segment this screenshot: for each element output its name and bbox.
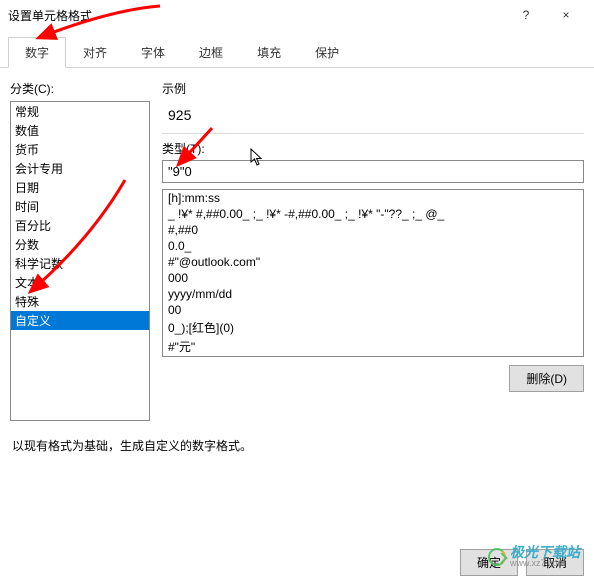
- format-item[interactable]: #"@outlook.com": [163, 254, 583, 270]
- format-item[interactable]: 0_);[红色](0): [163, 318, 583, 337]
- close-icon: ×: [562, 8, 569, 22]
- footer-buttons: 确定 取消: [460, 549, 584, 576]
- close-button[interactable]: ×: [546, 0, 586, 30]
- type-input[interactable]: [162, 160, 584, 183]
- titlebar: 设置单元格格式 ? ×: [0, 0, 594, 30]
- format-item[interactable]: #,##0: [163, 222, 583, 238]
- delete-button[interactable]: 删除(D): [509, 365, 584, 392]
- format-item[interactable]: yyyy/mm/dd: [163, 286, 583, 302]
- format-item[interactable]: [h]:mm:ss: [163, 190, 583, 206]
- help-button[interactable]: ?: [506, 0, 546, 30]
- delete-row: 删除(D): [162, 365, 584, 392]
- category-list[interactable]: 常规 数值 货币 会计专用 日期 时间 百分比 分数 科学记数 文本 特殊 自定…: [10, 101, 150, 421]
- category-item-time[interactable]: 时间: [11, 197, 149, 216]
- tab-alignment[interactable]: 对齐: [66, 37, 124, 68]
- category-item-custom[interactable]: 自定义: [11, 311, 149, 330]
- tab-font[interactable]: 字体: [124, 37, 182, 68]
- tab-protection[interactable]: 保护: [298, 37, 356, 68]
- format-item[interactable]: #"元": [163, 337, 583, 356]
- category-item-general[interactable]: 常规: [11, 102, 149, 121]
- content-area: 分类(C): 常规 数值 货币 会计专用 日期 时间 百分比 分数 科学记数 文…: [0, 68, 594, 429]
- format-item[interactable]: 000: [163, 270, 583, 286]
- format-item[interactable]: 00: [163, 302, 583, 318]
- format-item[interactable]: 0.0_: [163, 238, 583, 254]
- category-label: 分类(C):: [10, 80, 150, 97]
- hint-text: 以现有格式为基础，生成自定义的数字格式。: [0, 429, 594, 454]
- cancel-button[interactable]: 取消: [526, 549, 584, 576]
- tab-fill[interactable]: 填充: [240, 37, 298, 68]
- window-title: 设置单元格格式: [8, 7, 506, 24]
- category-item-number[interactable]: 数值: [11, 121, 149, 140]
- right-panel: 示例 925 类型(T): [h]:mm:ss _ !¥* #,##0.00_ …: [162, 80, 584, 421]
- example-label: 示例: [162, 80, 584, 97]
- tab-border[interactable]: 边框: [182, 37, 240, 68]
- format-list[interactable]: [h]:mm:ss _ !¥* #,##0.00_ ;_ !¥* -#,##0.…: [162, 189, 584, 357]
- example-group: 示例 925: [162, 80, 584, 134]
- category-item-percentage[interactable]: 百分比: [11, 216, 149, 235]
- category-item-fraction[interactable]: 分数: [11, 235, 149, 254]
- format-item[interactable]: "5"0: [163, 356, 583, 357]
- help-icon: ?: [523, 8, 530, 22]
- type-label: 类型(T):: [162, 140, 584, 157]
- category-item-currency[interactable]: 货币: [11, 140, 149, 159]
- category-item-text[interactable]: 文本: [11, 273, 149, 292]
- category-panel: 分类(C): 常规 数值 货币 会计专用 日期 时间 百分比 分数 科学记数 文…: [10, 80, 150, 421]
- example-value: 925: [162, 101, 584, 134]
- ok-button[interactable]: 确定: [460, 549, 518, 576]
- tab-bar: 数字 对齐 字体 边框 填充 保护: [0, 36, 594, 68]
- tab-number[interactable]: 数字: [8, 37, 66, 68]
- format-item[interactable]: _ !¥* #,##0.00_ ;_ !¥* -#,##0.00_ ;_ !¥*…: [163, 206, 583, 222]
- category-item-date[interactable]: 日期: [11, 178, 149, 197]
- category-item-special[interactable]: 特殊: [11, 292, 149, 311]
- category-item-accounting[interactable]: 会计专用: [11, 159, 149, 178]
- category-item-scientific[interactable]: 科学记数: [11, 254, 149, 273]
